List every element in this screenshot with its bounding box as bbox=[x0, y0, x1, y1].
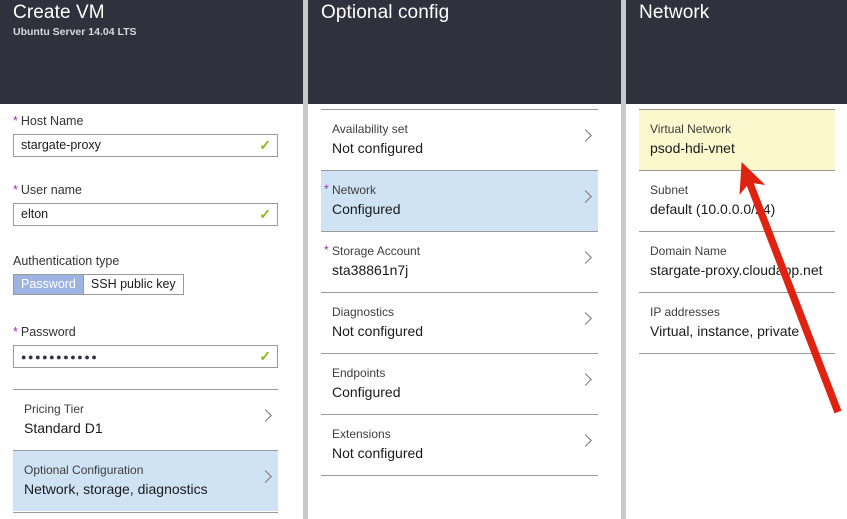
check-icon: ✓ bbox=[259, 206, 271, 222]
auth-type-option-ssh[interactable]: SSH public key bbox=[83, 275, 183, 294]
row-optional-configuration[interactable]: Optional Configuration Network, storage,… bbox=[13, 450, 278, 511]
row-label: IP addresses bbox=[650, 305, 720, 319]
user-name-input[interactable]: elton ✓ bbox=[13, 203, 278, 226]
row-ip-addresses[interactable]: IP addresses Virtual, instance, private bbox=[639, 292, 835, 353]
row-network[interactable]: * Network Configured bbox=[321, 170, 598, 231]
auth-type-toggle[interactable]: Password SSH public key bbox=[13, 274, 184, 295]
required-star: * bbox=[13, 114, 18, 128]
row-extensions[interactable]: Extensions Not configured bbox=[321, 414, 598, 475]
row-value: stargate-proxy.cloudapp.net bbox=[650, 262, 823, 278]
row-value: Standard D1 bbox=[24, 420, 103, 436]
chevron-right-icon bbox=[261, 409, 270, 425]
row-subnet[interactable]: Subnet default (10.0.0.0/24) bbox=[639, 170, 835, 231]
row-label: Extensions bbox=[332, 427, 391, 441]
row-value: Configured bbox=[332, 201, 401, 217]
check-icon: ✓ bbox=[259, 137, 271, 153]
row-label: Pricing Tier bbox=[24, 402, 85, 416]
required-star: * bbox=[324, 182, 329, 196]
network-header: Network bbox=[626, 0, 847, 104]
password-field-group: * Password ●●●●●●●●●●● ✓ bbox=[13, 325, 278, 368]
chevron-right-icon bbox=[581, 373, 590, 389]
row-label: Virtual Network bbox=[650, 122, 732, 136]
chevron-right-icon bbox=[581, 251, 590, 267]
network-title: Network bbox=[639, 2, 710, 23]
row-virtual-network[interactable]: Virtual Network psod-hdi-vnet bbox=[639, 109, 835, 170]
chevron-right-icon bbox=[581, 434, 590, 450]
row-value: psod-hdi-vnet bbox=[650, 140, 735, 156]
row-value: Not configured bbox=[332, 323, 424, 339]
row-label: Optional Configuration bbox=[24, 463, 144, 477]
create-vm-form: * Host Name stargate-proxy ✓ * User name e… bbox=[0, 104, 303, 519]
user-name-value: elton bbox=[21, 207, 49, 221]
row-label: Endpoints bbox=[332, 366, 386, 380]
row-value: sta38861n7j bbox=[332, 262, 409, 278]
row-value: default (10.0.0.0/24) bbox=[650, 201, 776, 217]
row-domain-name[interactable]: Domain Name stargate-proxy.cloudapp.net bbox=[639, 231, 835, 292]
required-star: * bbox=[13, 325, 18, 339]
optional-config-header: Optional config bbox=[308, 0, 621, 104]
row-label: Diagnostics bbox=[332, 305, 395, 319]
auth-type-field-group: Authentication type Password SSH public … bbox=[13, 254, 278, 295]
create-vm-title: Create VM bbox=[13, 2, 105, 23]
row-label: Storage Account bbox=[332, 244, 421, 258]
optional-config-list: Availability set Not configured * Networ… bbox=[308, 104, 621, 519]
row-value: Not configured bbox=[332, 445, 424, 461]
blade-optional-config: Optional config Availability set Not con… bbox=[308, 0, 621, 519]
chevron-right-icon bbox=[581, 312, 590, 328]
host-name-input[interactable]: stargate-proxy ✓ bbox=[13, 134, 278, 157]
divider bbox=[639, 353, 835, 354]
user-name-label: * User name bbox=[13, 183, 83, 197]
host-name-field-group: * Host Name stargate-proxy ✓ bbox=[13, 114, 278, 157]
password-masked-value: ●●●●●●●●●●● bbox=[21, 352, 99, 362]
row-storage-account[interactable]: * Storage Account sta38861n7j bbox=[321, 231, 598, 292]
user-name-field-group: * User name elton ✓ bbox=[13, 183, 278, 226]
row-endpoints[interactable]: Endpoints Configured bbox=[321, 353, 598, 414]
auth-type-option-password[interactable]: Password bbox=[14, 275, 83, 294]
row-diagnostics[interactable]: Diagnostics Not configured bbox=[321, 292, 598, 353]
row-label: Domain Name bbox=[650, 244, 727, 258]
check-icon: ✓ bbox=[259, 348, 271, 364]
network-list: Virtual Network psod-hdi-vnet Subnet def… bbox=[626, 104, 847, 519]
password-label: * Password bbox=[13, 325, 76, 339]
row-label: Network bbox=[332, 183, 377, 197]
row-availability-set[interactable]: Availability set Not configured bbox=[321, 109, 598, 170]
chevron-right-icon bbox=[581, 190, 590, 206]
divider bbox=[13, 512, 278, 513]
required-star: * bbox=[13, 183, 18, 197]
chevron-right-icon bbox=[261, 470, 270, 486]
row-value: Network, storage, diagnostics bbox=[24, 481, 208, 497]
required-star: * bbox=[324, 243, 329, 257]
row-label: Subnet bbox=[650, 183, 689, 197]
auth-type-label: Authentication type bbox=[13, 254, 120, 268]
create-vm-header: Create VM Ubuntu Server 14.04 LTS bbox=[0, 0, 303, 104]
optional-config-title: Optional config bbox=[321, 2, 450, 23]
host-name-value: stargate-proxy bbox=[21, 138, 101, 152]
divider bbox=[321, 475, 598, 476]
blade-network: Network Virtual Network psod-hdi-vnet Su… bbox=[626, 0, 847, 519]
host-name-label: * Host Name bbox=[13, 114, 84, 128]
row-label: Availability set bbox=[332, 122, 408, 136]
blade-create-vm: Create VM Ubuntu Server 14.04 LTS * Host … bbox=[0, 0, 303, 519]
row-value: Not configured bbox=[332, 140, 424, 156]
create-vm-subtitle: Ubuntu Server 14.04 LTS bbox=[13, 26, 137, 38]
password-input[interactable]: ●●●●●●●●●●● ✓ bbox=[13, 345, 278, 368]
chevron-right-icon bbox=[581, 129, 590, 145]
row-pricing-tier[interactable]: Pricing Tier Standard D1 bbox=[13, 389, 278, 450]
row-value: Configured bbox=[332, 384, 401, 400]
row-value: Virtual, instance, private bbox=[650, 323, 800, 339]
